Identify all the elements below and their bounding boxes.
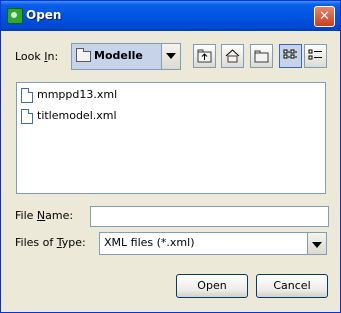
look-in-label: Look In:: [15, 50, 59, 63]
open-button[interactable]: Open: [176, 274, 248, 298]
list-view-button[interactable]: [279, 44, 302, 68]
up-one-level-button[interactable]: [193, 44, 216, 68]
up-one-level-icon: [197, 49, 212, 63]
folder-icon: [76, 48, 91, 62]
list-view-icon: [283, 49, 297, 59]
new-folder-button[interactable]: [250, 44, 273, 68]
look-in-value: Modelle: [94, 49, 143, 62]
look-in-combo[interactable]: Modelle: [71, 43, 181, 70]
file-name-field[interactable]: [90, 206, 329, 227]
file-icon: [21, 88, 33, 103]
chevron-down-icon[interactable]: [161, 44, 180, 69]
cancel-button[interactable]: Cancel: [256, 274, 328, 298]
app-icon: [7, 8, 23, 24]
window-title: Open: [26, 8, 62, 22]
file-icon: [21, 109, 33, 124]
file-type-label: Files of Type:: [15, 236, 86, 249]
open-dialog: Open ✕ Look In: Modelle mmppd13.xml titl…: [0, 0, 341, 313]
chevron-down-icon[interactable]: [307, 233, 326, 254]
file-type-combo[interactable]: XML files (*.xml): [99, 232, 327, 255]
new-folder-icon: [254, 50, 269, 63]
home-button[interactable]: [221, 44, 244, 68]
file-list[interactable]: mmppd13.xml titlemodel.xml: [16, 82, 326, 194]
file-name-label: File Name:: [15, 209, 74, 222]
details-view-icon: [308, 49, 322, 60]
file-name: titlemodel.xml: [37, 109, 117, 122]
file-type-value: XML files (*.xml): [104, 236, 195, 249]
file-name: mmppd13.xml: [37, 88, 118, 101]
home-icon: [225, 49, 240, 63]
close-button[interactable]: ✕: [314, 6, 335, 27]
title-bar[interactable]: Open ✕: [1, 1, 340, 31]
details-view-button[interactable]: [304, 44, 327, 68]
